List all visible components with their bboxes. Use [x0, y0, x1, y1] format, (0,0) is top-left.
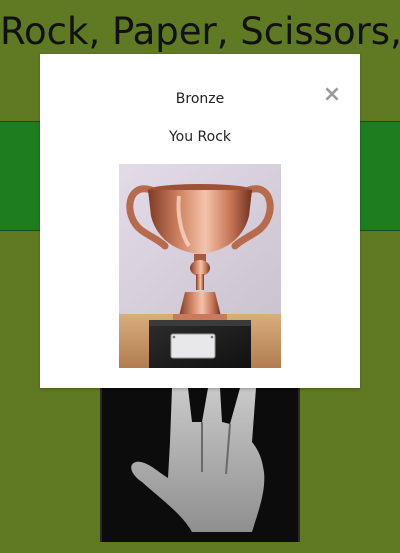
close-icon[interactable]: ×	[321, 84, 343, 106]
spock-hand-icon	[131, 388, 265, 532]
bronze-trophy-image	[119, 164, 281, 368]
spock-choice-card[interactable]	[100, 382, 300, 542]
result-modal: Bronze × You Rock	[40, 54, 360, 388]
modal-title: Bronze	[175, 91, 225, 107]
page-title: Rock, Paper, Scissors,	[0, 10, 400, 53]
result-message: You Rock	[168, 129, 232, 145]
trophy-icon	[119, 164, 281, 368]
